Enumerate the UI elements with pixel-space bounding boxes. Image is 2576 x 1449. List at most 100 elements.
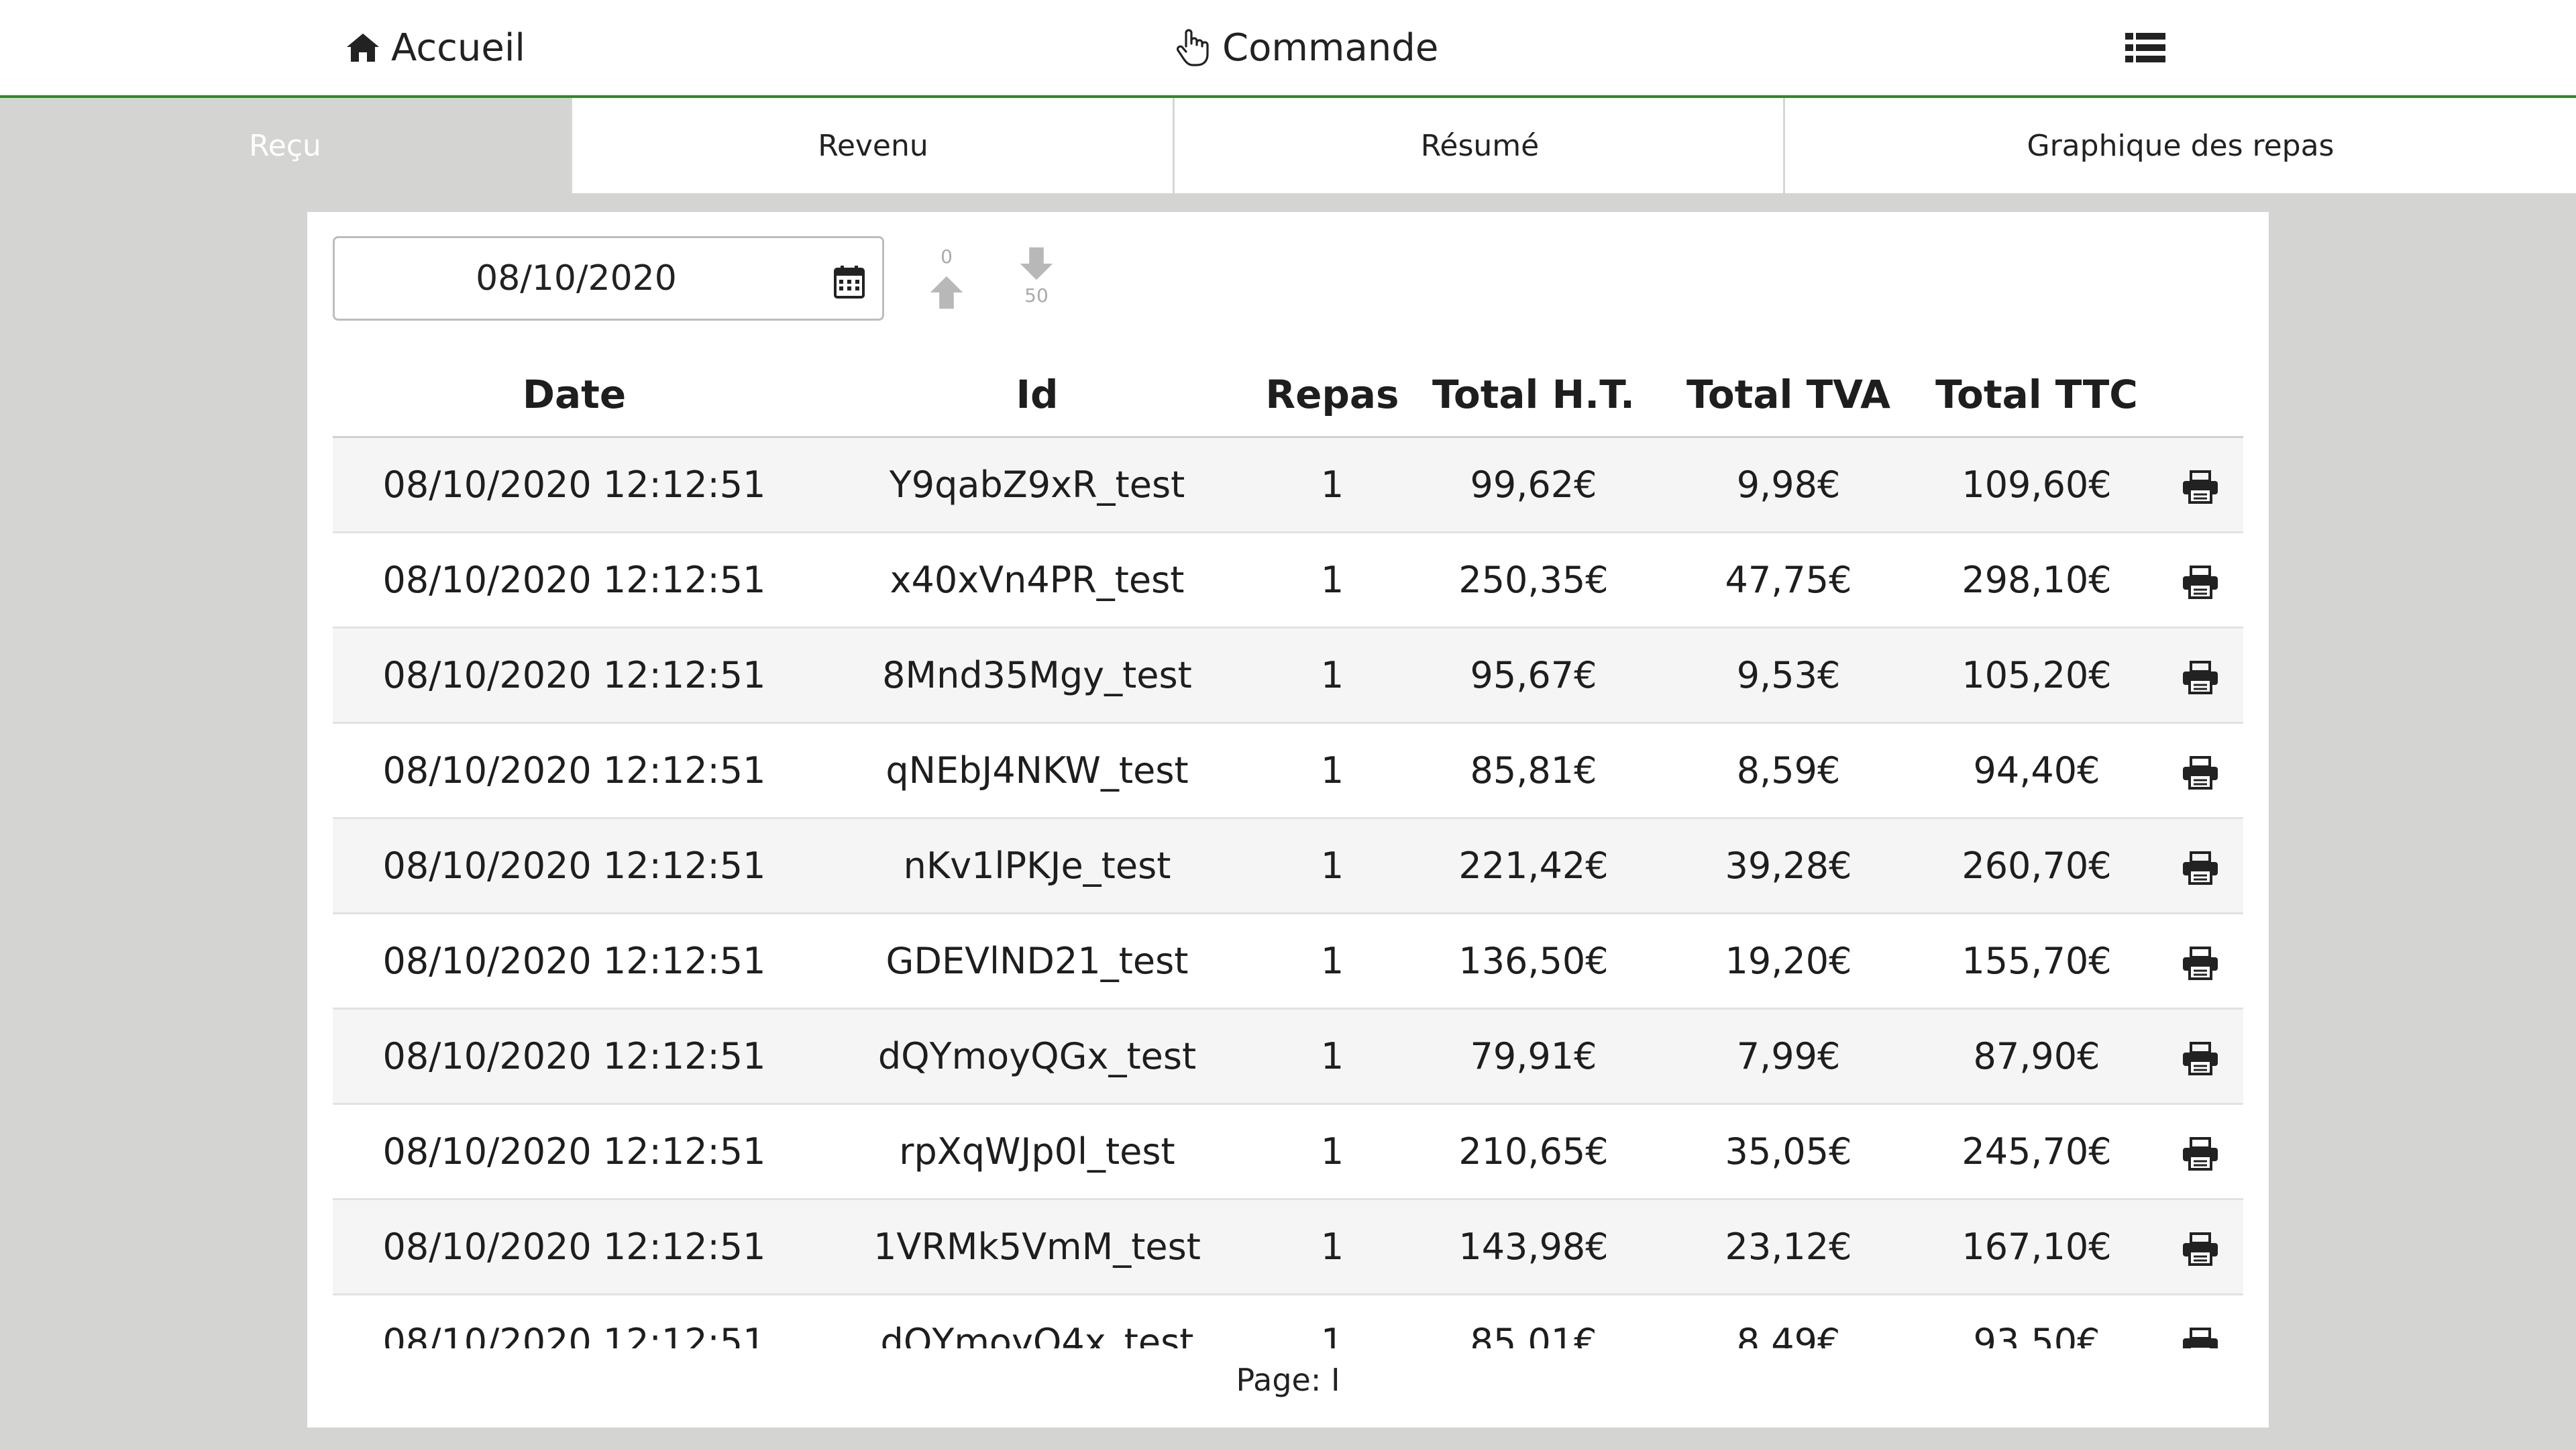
cell-print — [2157, 1199, 2243, 1295]
cell-meals: 1 — [1258, 722, 1406, 819]
cell-id: rpXqWJp0l_test — [816, 1104, 1258, 1200]
cell-total-ttc: 260,70€ — [1916, 818, 2157, 914]
printer-icon[interactable] — [2182, 1232, 2219, 1267]
table-row[interactable]: 08/10/2020 12:12:51 8Mnd35Mgy_test 1 95,… — [333, 627, 2243, 724]
sort-descending-button[interactable]: 50 — [1013, 246, 1060, 333]
cell-meals: 1 — [1258, 1294, 1406, 1348]
list-icon — [2125, 33, 2165, 62]
cell-id: GDEVlND21_test — [816, 913, 1258, 1010]
sort-ascending-button[interactable]: 0 — [923, 246, 970, 333]
cell-meals: 1 — [1258, 1199, 1406, 1295]
cell-total-ttc: 105,20€ — [1916, 627, 2157, 724]
cell-print — [2157, 627, 2243, 724]
cell-total-tva: 19,20€ — [1661, 913, 1916, 1010]
cell-total-ht: 210,65€ — [1406, 1104, 1661, 1200]
printer-icon[interactable] — [2182, 947, 2219, 981]
cell-date: 08/10/2020 12:12:51 — [333, 532, 816, 629]
cell-total-ht: 95,67€ — [1406, 627, 1661, 724]
arrow-down-icon — [1020, 247, 1053, 280]
cell-id: x40xVn4PR_test — [816, 532, 1258, 629]
printer-icon[interactable] — [2182, 1137, 2219, 1171]
date-value: 08/10/2020 — [476, 258, 677, 299]
cell-meals: 1 — [1258, 437, 1406, 533]
cell-meals: 1 — [1258, 532, 1406, 629]
cell-total-tva: 39,28€ — [1661, 818, 1916, 914]
table-row[interactable]: 08/10/2020 12:12:51 rpXqWJp0l_test 1 210… — [333, 1104, 2243, 1200]
table-row[interactable]: 08/10/2020 12:12:51 dQYmoyQGx_test 1 79,… — [333, 1008, 2243, 1105]
header-total-ht[interactable]: Total H.T. — [1406, 353, 1661, 438]
printer-icon[interactable] — [2182, 851, 2219, 885]
nav-home-link[interactable]: Accueil — [345, 0, 525, 95]
header-meals[interactable]: Repas — [1258, 353, 1406, 438]
table-row[interactable]: 08/10/2020 12:12:51 GDEVlND21_test 1 136… — [333, 913, 2243, 1010]
calendar-icon[interactable] — [834, 265, 865, 299]
cell-total-ht: 250,35€ — [1406, 532, 1661, 629]
cell-total-ttc: 109,60€ — [1916, 437, 2157, 533]
printer-icon[interactable] — [2182, 566, 2219, 600]
cell-total-tva: 8,59€ — [1661, 722, 1916, 819]
cell-total-ht: 99,62€ — [1406, 437, 1661, 533]
table-row[interactable]: 08/10/2020 12:12:51 x40xVn4PR_test 1 250… — [333, 532, 2243, 629]
printer-icon[interactable] — [2182, 756, 2219, 790]
tab-revenue-label: Revenu — [818, 128, 928, 163]
tab-meals-chart[interactable]: Graphique des repas — [1783, 98, 2576, 193]
cell-meals: 1 — [1258, 818, 1406, 914]
cell-total-ttc: 167,10€ — [1916, 1199, 2157, 1295]
sort-up-count: 0 — [941, 246, 953, 268]
table-row[interactable]: 08/10/2020 12:12:51 1VRMk5VmM_test 1 143… — [333, 1199, 2243, 1295]
cell-total-ttc: 94,40€ — [1916, 722, 2157, 819]
tab-receipt[interactable]: Reçu — [0, 98, 570, 193]
cell-print — [2157, 437, 2243, 533]
cell-print — [2157, 532, 2243, 629]
cell-total-ttc: 87,90€ — [1916, 1008, 2157, 1105]
receipts-table: Date Id Repas Total H.T. Total TVA Total… — [333, 353, 2243, 1348]
table-row[interactable]: 08/10/2020 12:12:51 nKv1lPKJe_test 1 221… — [333, 818, 2243, 914]
cell-id: nKv1lPKJe_test — [816, 818, 1258, 914]
tab-bar: Reçu Revenu Résumé Graphique des repas — [0, 98, 2576, 193]
header-total-tva[interactable]: Total TVA — [1661, 353, 1916, 438]
nav-home-label: Accueil — [391, 25, 525, 70]
nav-order-label: Commande — [1222, 25, 1439, 70]
table-viewport[interactable]: 08/10/2020 0 50 Date Id Repas Total H.T.… — [307, 212, 2269, 1348]
cell-meals: 1 — [1258, 627, 1406, 724]
cell-date: 08/10/2020 12:12:51 — [333, 913, 816, 1010]
cell-date: 08/10/2020 12:12:51 — [333, 627, 816, 724]
tab-revenue[interactable]: Revenu — [570, 98, 1174, 193]
table-row[interactable]: 08/10/2020 12:12:51 qNEbJ4NKW_test 1 85,… — [333, 722, 2243, 819]
cell-total-ht: 136,50€ — [1406, 913, 1661, 1010]
home-icon — [347, 34, 379, 62]
table-row[interactable]: 08/10/2020 12:12:51 Y9qabZ9xR_test 1 99,… — [333, 437, 2243, 533]
tab-summary[interactable]: Résumé — [1173, 98, 1785, 193]
header-total-ttc[interactable]: Total TTC — [1916, 353, 2157, 438]
cell-id: 8Mnd35Mgy_test — [816, 627, 1258, 724]
pointer-hand-icon — [1176, 29, 1209, 66]
table-header-row: Date Id Repas Total H.T. Total TVA Total… — [333, 353, 2243, 438]
header-date[interactable]: Date — [333, 353, 816, 438]
cell-date: 08/10/2020 12:12:51 — [333, 1008, 816, 1105]
cell-print — [2157, 722, 2243, 819]
cell-date: 08/10/2020 12:12:51 — [333, 437, 816, 533]
date-picker-input[interactable]: 08/10/2020 — [333, 236, 884, 321]
cell-total-tva: 35,05€ — [1661, 1104, 1916, 1200]
cell-date: 08/10/2020 12:12:51 — [333, 1294, 816, 1348]
cell-total-tva: 8,49€ — [1661, 1294, 1916, 1348]
printer-icon[interactable] — [2182, 470, 2219, 504]
cell-total-ttc: 245,70€ — [1916, 1104, 2157, 1200]
header-id[interactable]: Id — [816, 353, 1258, 438]
printer-icon[interactable] — [2182, 661, 2219, 695]
cell-total-ht: 85,01€ — [1406, 1294, 1661, 1348]
cell-date: 08/10/2020 12:12:51 — [333, 1199, 816, 1295]
printer-icon[interactable] — [2182, 1328, 2219, 1348]
cell-total-ttc: 298,10€ — [1916, 532, 2157, 629]
cell-print — [2157, 913, 2243, 1010]
cell-total-ht: 221,42€ — [1406, 818, 1661, 914]
arrow-up-icon — [930, 276, 963, 309]
table-row[interactable]: 08/10/2020 12:12:51 dQYmoyQ4x_test 1 85,… — [333, 1294, 2243, 1348]
header-print — [2157, 353, 2243, 438]
printer-icon[interactable] — [2182, 1042, 2219, 1076]
cell-date: 08/10/2020 12:12:51 — [333, 722, 816, 819]
cell-print — [2157, 1104, 2243, 1200]
nav-order-link[interactable]: Commande — [1174, 0, 1438, 95]
cell-id: qNEbJ4NKW_test — [816, 722, 1258, 819]
menu-button[interactable] — [2125, 0, 2176, 95]
